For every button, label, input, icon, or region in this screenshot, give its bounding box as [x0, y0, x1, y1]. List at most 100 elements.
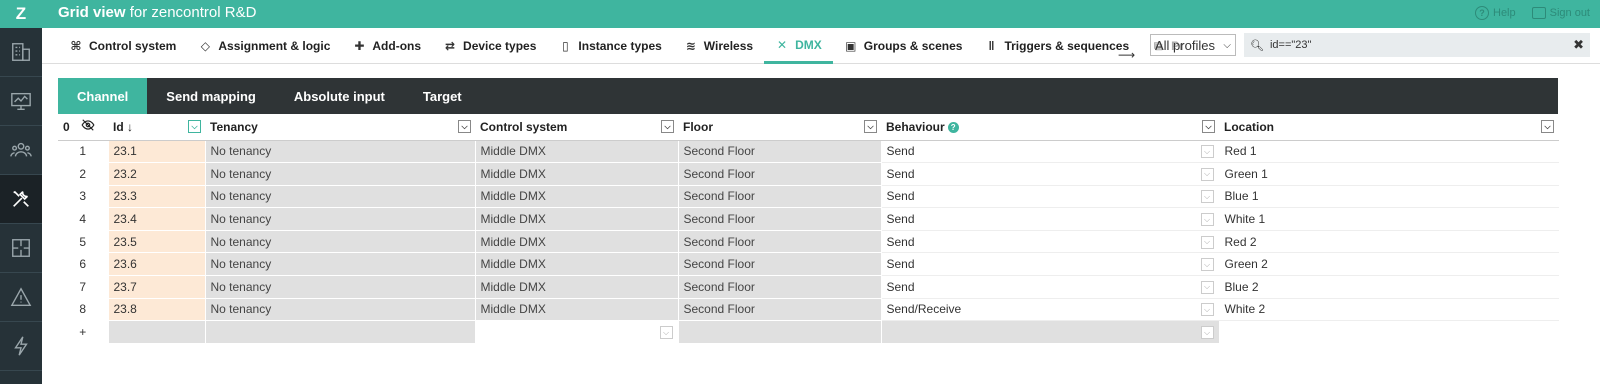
new-cell-control-system[interactable]: ⌵ — [475, 320, 679, 344]
new-cell-tenancy[interactable] — [205, 320, 476, 344]
cell-id[interactable]: 23.7 — [108, 275, 206, 299]
cell-location[interactable]: Blue 1 — [1219, 185, 1559, 209]
signout-button[interactable]: Sign out — [1531, 6, 1590, 20]
cell-behaviour[interactable]: ⌵ Send — [881, 185, 1220, 209]
cell-id[interactable]: 23.5 — [108, 230, 206, 254]
tab-instance-types[interactable]: ▯ Instance types — [547, 28, 672, 64]
chevron-down-icon[interactable]: ⌵ — [1200, 326, 1214, 340]
cell-id[interactable]: 23.3 — [108, 185, 206, 209]
cell-control-system[interactable]: Middle DMX — [475, 162, 679, 186]
sidebar-item-tools[interactable] — [0, 175, 42, 224]
help-icon[interactable]: ? — [947, 122, 959, 134]
cell-tenancy[interactable]: No tenancy — [205, 298, 476, 322]
chevron-down-icon[interactable]: ⌵ — [1200, 235, 1214, 249]
tab-assignment-logic[interactable]: ◇ Assignment & logic — [187, 28, 341, 64]
cell-tenancy[interactable]: No tenancy — [205, 207, 476, 231]
chevron-down-icon[interactable]: ⌵ — [1200, 167, 1214, 181]
cell-id[interactable]: 23.6 — [108, 252, 206, 277]
table-row[interactable]: 7 23.7 No tenancy Middle DMX Second Floor ⌵ Se… — [58, 275, 1559, 299]
cell-id[interactable]: 23.1 — [108, 140, 206, 164]
new-cell-id[interactable] — [108, 320, 206, 344]
subtab-channel[interactable]: Channel — [58, 78, 148, 114]
cell-tenancy[interactable]: No tenancy — [205, 230, 476, 254]
chevron-down-icon[interactable]: ⌵ — [1541, 120, 1554, 133]
cell-location[interactable]: White 1 — [1219, 207, 1559, 231]
help-button[interactable]: ? Help — [1475, 6, 1516, 20]
search-input[interactable] — [1269, 39, 1568, 51]
sidebar-item-warnings[interactable] — [0, 273, 42, 322]
tab-groups-scenes[interactable]: ▣ Groups & scenes — [833, 28, 974, 64]
tab-triggers-sequences[interactable]: ‖ Triggers & sequences — [973, 28, 1140, 64]
cell-floor[interactable]: Second Floor — [678, 207, 882, 231]
subtab-absolute-input[interactable]: Absolute input — [275, 78, 404, 114]
cell-control-system[interactable]: Middle DMX — [475, 185, 679, 209]
profile-select[interactable]: All profiles ⌵ — [1150, 34, 1236, 56]
new-cell-location[interactable] — [1219, 320, 1559, 344]
tab-control-system[interactable]: ⌘ Control system — [58, 28, 187, 64]
cell-behaviour[interactable]: ⌵ Send/Receive — [881, 298, 1220, 322]
cell-location[interactable]: Blue 2 — [1219, 275, 1559, 299]
cell-tenancy[interactable]: No tenancy — [205, 185, 476, 209]
chevron-down-icon[interactable]: ⌵ — [1200, 303, 1214, 317]
cell-floor[interactable]: Second Floor — [678, 162, 882, 186]
subtab-target[interactable]: Target — [404, 78, 481, 114]
add-row[interactable]: + ⌵ ⌵ — [58, 320, 1559, 344]
clear-search-icon[interactable]: ✖ — [1573, 37, 1584, 53]
cell-tenancy[interactable]: No tenancy — [205, 140, 476, 164]
cell-tenancy[interactable]: No tenancy — [205, 162, 476, 186]
add-row-button[interactable]: + — [58, 320, 109, 344]
new-cell-behaviour[interactable]: ⌵ — [881, 320, 1220, 344]
cell-behaviour[interactable]: ⌵ Send — [881, 252, 1220, 277]
chevron-down-icon[interactable]: ⌵ — [1200, 280, 1214, 294]
cell-location[interactable]: Red 2 — [1219, 230, 1559, 254]
sidebar-item-power[interactable] — [0, 322, 42, 371]
cell-control-system[interactable]: Middle DMX — [475, 207, 679, 231]
hide-columns-icon[interactable] — [81, 119, 95, 134]
cell-floor[interactable]: Second Floor — [678, 252, 882, 277]
chevron-down-icon[interactable]: ⌵ — [659, 326, 673, 340]
cell-control-system[interactable]: Middle DMX — [475, 275, 679, 299]
cell-id[interactable]: 23.2 — [108, 162, 206, 186]
cell-behaviour[interactable]: ⌵ Send — [881, 275, 1220, 299]
cell-location[interactable]: Green 1 — [1219, 162, 1559, 186]
table-row[interactable]: 5 23.5 No tenancy Middle DMX Second Floor ⌵ Se… — [58, 230, 1559, 254]
column-header-tenancy[interactable]: Tenancy ⌵ — [205, 114, 475, 141]
chevron-down-icon[interactable]: ⌵ — [1200, 258, 1214, 272]
column-header-location[interactable]: Location ⌵ — [1219, 114, 1558, 141]
cell-behaviour[interactable]: ⌵ Send — [881, 230, 1220, 254]
table-row[interactable]: 8 23.8 No tenancy Middle DMX Second Floor ⌵ Se… — [58, 298, 1559, 322]
cell-id[interactable]: 23.4 — [108, 207, 206, 231]
scroll-arrow-icon[interactable]: ⟶ — [1118, 48, 1135, 62]
cell-floor[interactable]: Second Floor — [678, 185, 882, 209]
cell-location[interactable]: Green 2 — [1219, 252, 1559, 277]
table-row[interactable]: 6 23.6 No tenancy Middle DMX Second Floor ⌵ Se… — [58, 252, 1559, 277]
sidebar-item-monitor[interactable] — [0, 77, 42, 126]
new-cell-floor[interactable] — [678, 320, 882, 344]
cell-id[interactable]: 23.8 — [108, 298, 206, 322]
sidebar-item-building[interactable] — [0, 28, 42, 77]
cell-floor[interactable]: Second Floor — [678, 275, 882, 299]
tab-device-types[interactable]: ⇄ Device types — [432, 28, 547, 64]
table-row[interactable]: 3 23.3 No tenancy Middle DMX Second Floor ⌵ Se… — [58, 185, 1559, 209]
cell-floor[interactable]: Second Floor — [678, 230, 882, 254]
column-header-id[interactable]: Id ↓ ⌵ — [108, 114, 205, 141]
chevron-down-icon[interactable]: ⌵ — [1200, 213, 1214, 227]
cell-floor[interactable]: Second Floor — [678, 140, 882, 164]
tab-dmx[interactable]: ✕ DMX — [764, 28, 833, 64]
subtab-send-mapping[interactable]: Send mapping — [147, 78, 275, 114]
column-header-floor[interactable]: Floor ⌵ — [678, 114, 881, 141]
cell-location[interactable]: White 2 — [1219, 298, 1559, 322]
column-header-control-system[interactable]: Control system ⌵ — [475, 114, 678, 141]
cell-floor[interactable]: Second Floor — [678, 298, 882, 322]
table-row[interactable]: 2 23.2 No tenancy Middle DMX Second Floor ⌵ Se… — [58, 162, 1559, 186]
sidebar-item-users[interactable] — [0, 126, 42, 175]
chevron-down-icon[interactable]: ⌵ — [458, 120, 471, 133]
cell-control-system[interactable]: Middle DMX — [475, 252, 679, 277]
chevron-down-icon[interactable]: ⌵ — [661, 120, 674, 133]
sidebar-item-floorplan[interactable] — [0, 224, 42, 273]
column-header-behaviour[interactable]: Behaviour? ⌵ — [881, 114, 1219, 141]
cell-control-system[interactable]: Middle DMX — [475, 140, 679, 164]
chevron-down-icon[interactable]: ⌵ — [1200, 190, 1214, 204]
chevron-down-icon[interactable]: ⌵ — [1202, 120, 1215, 133]
chevron-down-icon[interactable]: ⌵ — [188, 120, 201, 133]
